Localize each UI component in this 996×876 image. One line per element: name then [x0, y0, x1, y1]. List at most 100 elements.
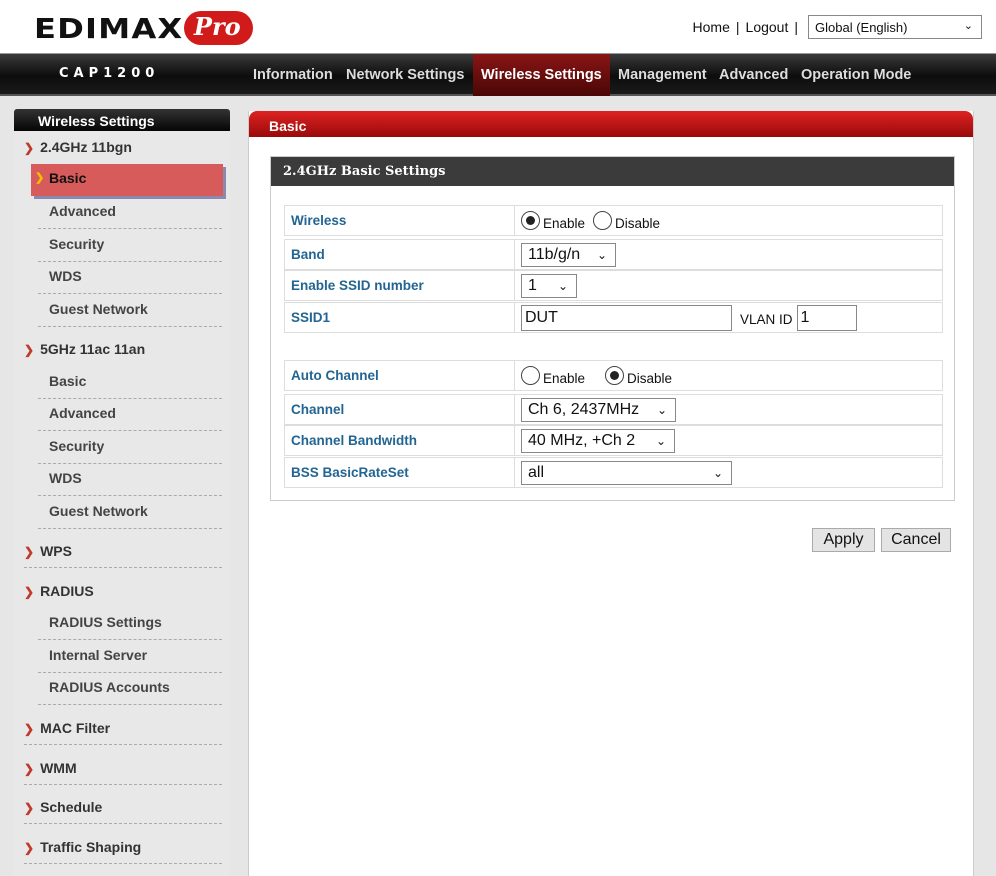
sidebar-title: Wireless Settings [14, 109, 230, 131]
auto-channel-label: Auto Channel [285, 361, 515, 390]
sidebar-item-5-security[interactable]: Security [38, 432, 222, 464]
chevron-down-icon: ⌄ [655, 433, 666, 448]
chevron-right-icon: ❯ [24, 841, 35, 855]
divider [24, 744, 222, 745]
nav-operation-mode[interactable]: Operation Mode [793, 54, 919, 96]
nav-wireless-settings[interactable]: Wireless Settings [473, 54, 610, 96]
home-link[interactable]: Home [693, 19, 730, 35]
sidebar-item-5-basic[interactable]: Basic [38, 367, 222, 399]
sidebar-group-wmm[interactable]: ❯ WMM [24, 760, 222, 776]
auto-channel-enable-label: Enable [543, 371, 586, 386]
chevron-right-icon: ❯ [24, 141, 35, 155]
chevron-right-icon: ❯ [24, 545, 35, 559]
row-wireless: Wireless Enable Disable [284, 205, 943, 236]
sidebar-item-24-basic[interactable]: ❯ Basic [31, 164, 223, 196]
row-ssid-number: Enable SSID number 1 ⌄ [284, 270, 943, 301]
sidebar-item-24-wds[interactable]: WDS [38, 262, 222, 294]
nav-information[interactable]: Information [245, 54, 341, 96]
nav-network-settings[interactable]: Network Settings [338, 54, 472, 96]
page-title: Basic [249, 111, 973, 137]
channel-bandwidth-label: Channel Bandwidth [285, 426, 515, 455]
wireless-disable-radio[interactable] [593, 211, 613, 230]
link-separator: | [794, 19, 798, 35]
chevron-down-icon: ⌄ [596, 247, 607, 262]
wireless-enable-label: Enable [543, 216, 586, 231]
chevron-down-icon: ⌄ [557, 278, 568, 293]
chevron-right-icon: ❯ [24, 762, 35, 776]
wireless-enable-radio[interactable] [521, 211, 540, 230]
basic-settings-panel: 2.4GHz Basic Settings Wireless Enable Di… [270, 156, 955, 501]
sidebar-item-5-wds[interactable]: WDS [38, 464, 222, 496]
band-select[interactable]: 11b/g/n ⌄ [521, 242, 616, 267]
row-bss-basicrateset: BSS BasicRateSet all ⌄ [284, 457, 943, 488]
divider [24, 567, 222, 568]
auto-channel-enable-radio[interactable] [521, 366, 540, 385]
wireless-disable-label: Disable [615, 216, 661, 231]
bss-basicrateset-label: BSS BasicRateSet [285, 458, 515, 487]
bss-basicrateset-select[interactable]: all ⌄ [521, 460, 732, 485]
sidebar-item-24-guest-network[interactable]: Guest Network [38, 295, 222, 327]
channel-select[interactable]: Ch 6, 2437MHz ⌄ [521, 397, 676, 422]
language-selected: Global (English) [815, 19, 908, 35]
chevron-right-icon: ❯ [24, 585, 35, 599]
sidebar-item-24-advanced[interactable]: Advanced [38, 197, 222, 229]
chevron-right-icon: ❯ [24, 343, 35, 357]
divider [24, 784, 222, 785]
language-select[interactable]: Global (English) ⌄ [808, 15, 982, 39]
logout-link[interactable]: Logout [746, 19, 789, 35]
sidebar-group-schedule[interactable]: ❯ Schedule [24, 799, 222, 815]
vlan-id-input[interactable]: 1 [796, 304, 857, 331]
panel-title: 2.4GHz Basic Settings [271, 157, 954, 186]
band-label: Band [285, 240, 515, 269]
ssid1-label: SSID1 [285, 303, 515, 332]
sidebar-group-mac-filter[interactable]: ❯ MAC Filter [24, 720, 222, 736]
wireless-label: Wireless [285, 206, 515, 235]
main-nav: CAP1200 Information Network Settings Wir… [0, 54, 996, 96]
vlan-id-label: VLAN ID [740, 312, 793, 327]
sidebar-group-wps[interactable]: ❯ WPS [24, 543, 222, 559]
chevron-down-icon: ⌄ [656, 402, 667, 417]
channel-label: Channel [285, 395, 515, 424]
sidebar-group-traffic-shaping[interactable]: ❯ Traffic Shaping [24, 839, 222, 855]
sidebar-item-24-security[interactable]: Security [38, 230, 222, 262]
ssid-number-select[interactable]: 1 ⌄ [521, 273, 577, 298]
divider [24, 863, 222, 864]
sidebar-group-radius[interactable]: ❯ RADIUS [24, 583, 222, 599]
cancel-button[interactable]: Cancel [881, 528, 951, 552]
nav-advanced[interactable]: Advanced [711, 54, 796, 96]
link-separator: | [735, 19, 740, 35]
sidebar-item-internal-server[interactable]: Internal Server [38, 641, 222, 673]
sidebar-group-5ghz[interactable]: ❯ 5GHz 11ac 11an [24, 341, 222, 357]
sidebar-item-5-advanced[interactable]: Advanced [38, 399, 222, 431]
apply-button[interactable]: Apply [812, 528, 875, 552]
logo-brand: EDIMAX [34, 11, 184, 45]
header: EDIMAX Pro Home | Logout | Global (Engli… [0, 0, 996, 54]
row-auto-channel: Auto Channel Enable Disable [284, 360, 943, 391]
nav-management[interactable]: Management [610, 54, 715, 96]
sidebar-group-24ghz[interactable]: ❯ 2.4GHz 11bgn [24, 139, 222, 155]
row-channel-bandwidth: Channel Bandwidth 40 MHz, +Ch 2 ⌄ [284, 425, 943, 456]
chevron-right-icon: ❯ [35, 172, 45, 184]
channel-bandwidth-select[interactable]: 40 MHz, +Ch 2 ⌄ [521, 428, 675, 453]
chevron-right-icon: ❯ [24, 801, 35, 815]
model-name: CAP1200 [59, 66, 160, 81]
edimax-pro-logo: EDIMAX Pro [34, 10, 253, 46]
chevron-right-icon: ❯ [24, 722, 35, 736]
top-links: Home | Logout | Global (English) ⌄ [693, 15, 982, 39]
auto-channel-disable-label: Disable [627, 371, 673, 386]
divider [24, 823, 222, 824]
auto-channel-disable-radio[interactable] [605, 366, 625, 385]
row-band: Band 11b/g/n ⌄ [284, 239, 943, 270]
logo-suffix: Pro [183, 11, 253, 45]
row-ssid1: SSID1 DUT VLAN ID 1 [284, 302, 943, 333]
sidebar-item-radius-settings[interactable]: RADIUS Settings [38, 608, 222, 640]
sidebar: Wireless Settings ❯ 2.4GHz 11bgn ❯ Basic A… [14, 109, 230, 876]
sidebar-item-radius-accounts[interactable]: RADIUS Accounts [38, 673, 222, 705]
main-content: Basic 2.4GHz Basic Settings Wireless Ena… [248, 111, 974, 876]
sidebar-item-5-guest-network[interactable]: Guest Network [38, 497, 222, 529]
ssid-number-label: Enable SSID number [285, 271, 515, 300]
chevron-down-icon: ⌄ [712, 465, 723, 480]
row-channel: Channel Ch 6, 2437MHz ⌄ [284, 394, 943, 425]
chevron-down-icon: ⌄ [963, 20, 973, 32]
ssid1-input[interactable]: DUT [521, 304, 732, 331]
